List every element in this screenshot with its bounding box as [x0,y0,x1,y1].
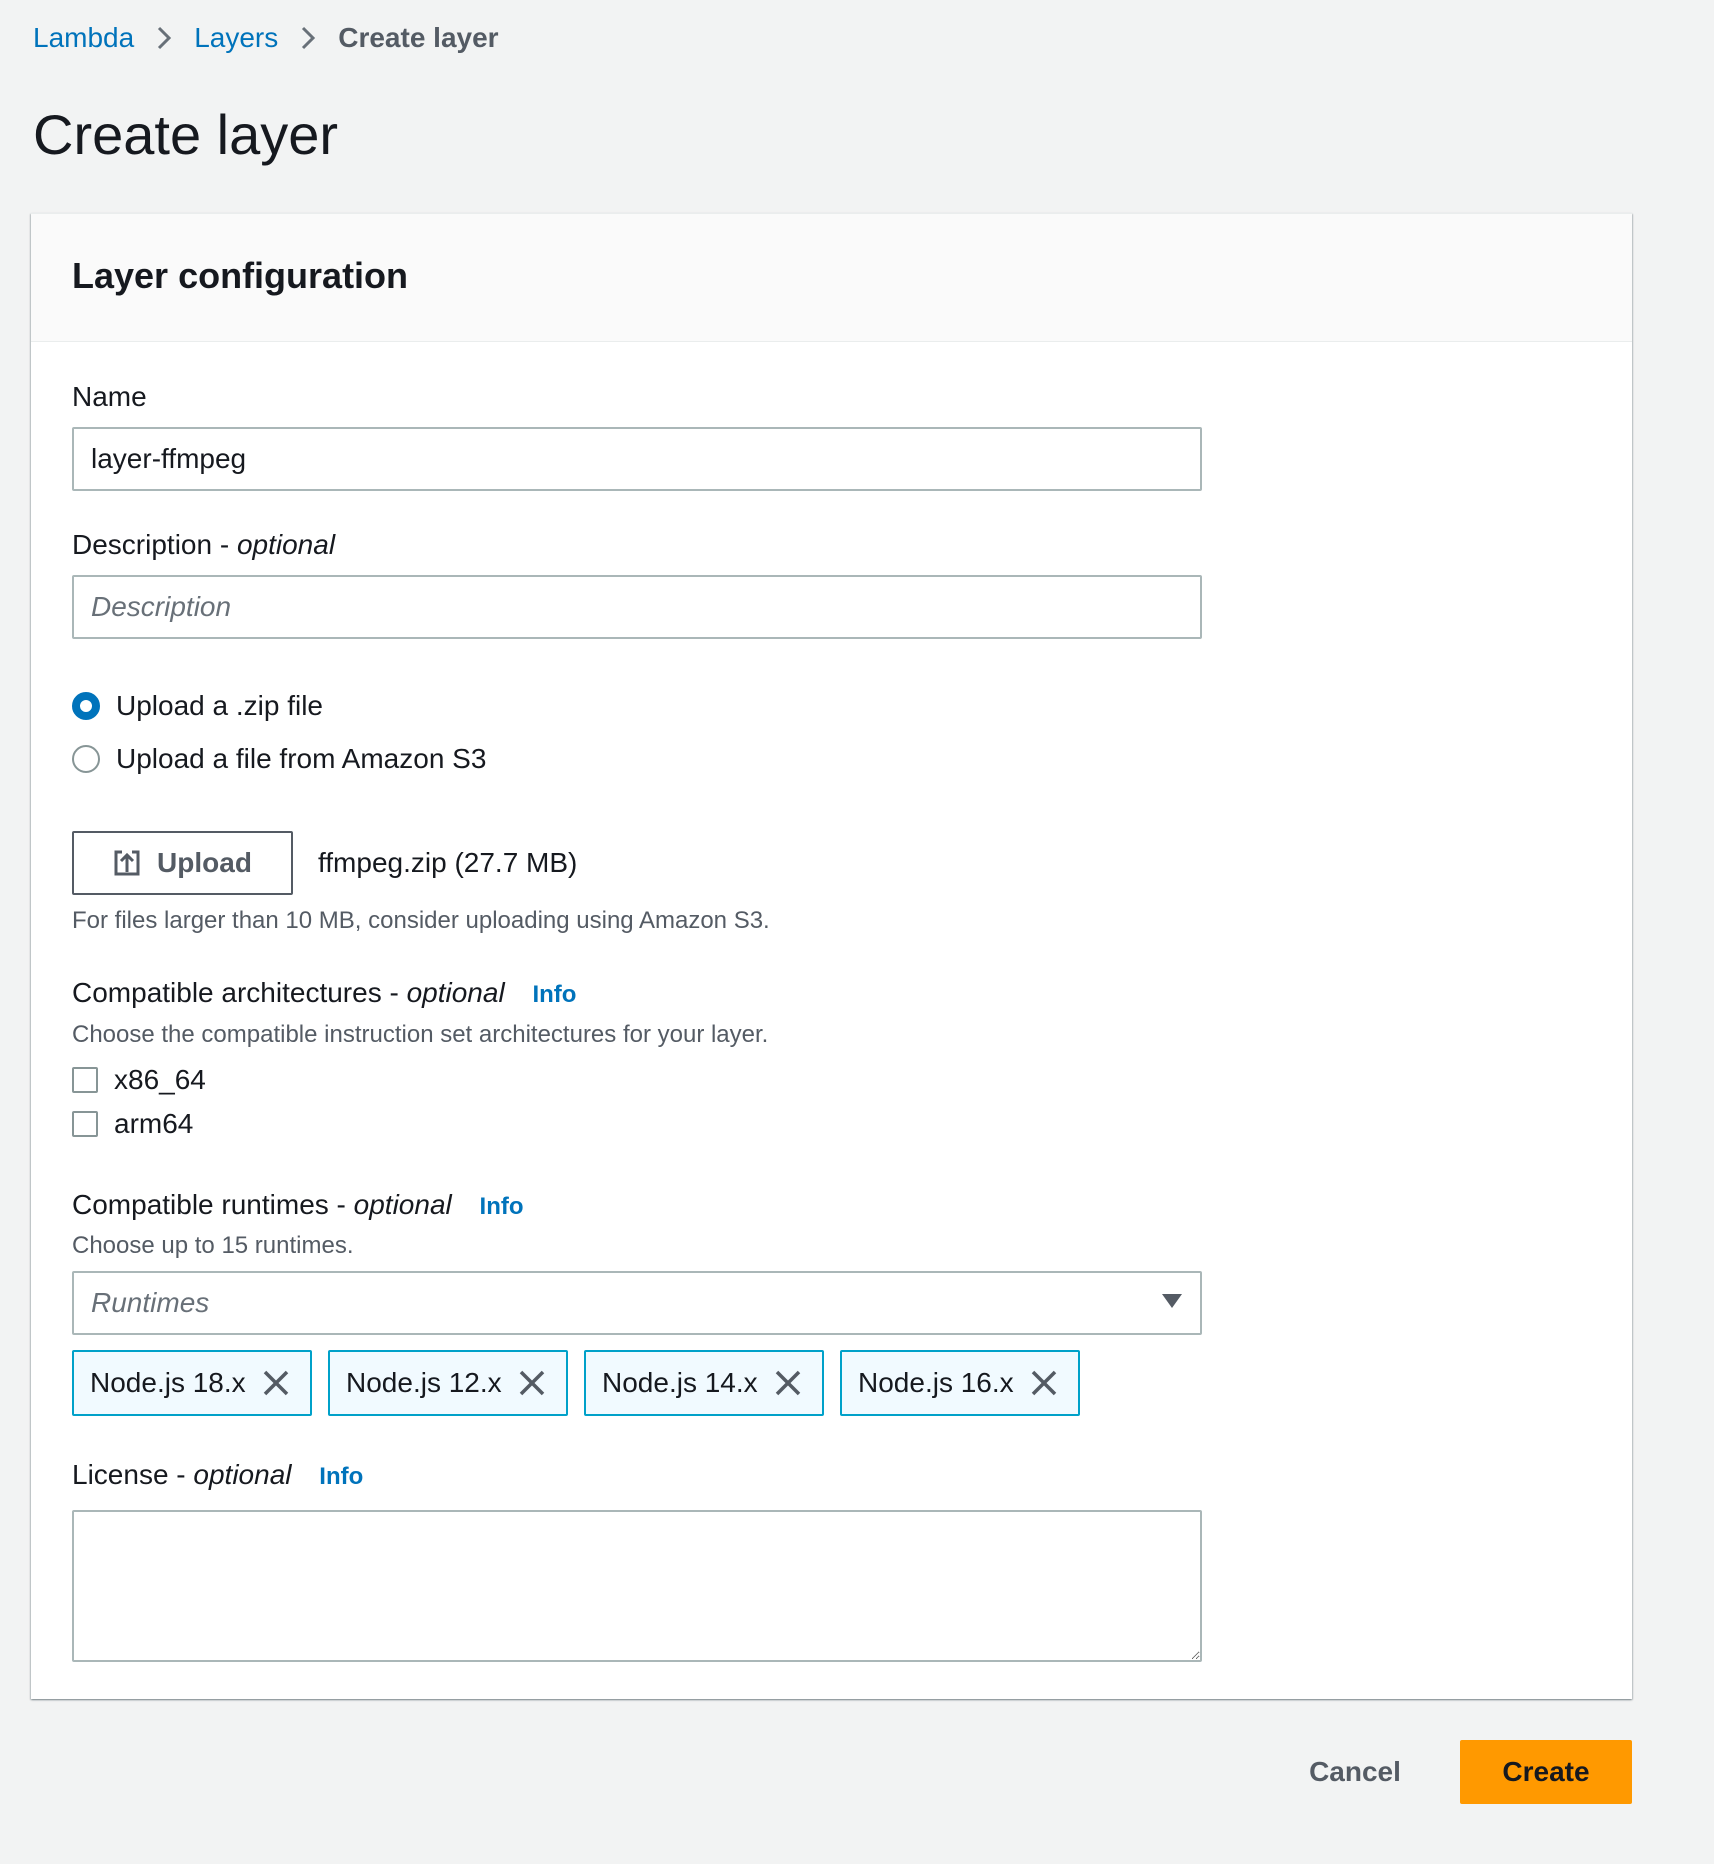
runtimes-hint: Choose up to 15 runtimes. [72,1232,354,1259]
breadcrumb: Lambda Layers Create layer [33,18,499,58]
license-info-link[interactable]: Info [319,1463,363,1490]
runtime-token-label: Node.js 16.x [858,1367,1014,1398]
name-input[interactable] [72,427,1202,491]
close-icon[interactable] [1030,1369,1058,1397]
panel-header: Layer configuration [31,214,1632,342]
close-icon[interactable] [774,1369,802,1397]
optional-tag: optional [406,977,505,1008]
optional-tag: optional [236,529,336,560]
runtime-token: Node.js 12.x [328,1350,568,1416]
checkbox-x86-64-label: x86_64 [114,1064,206,1095]
runtime-token: Node.js 14.x [584,1350,824,1416]
runtimes-info-link[interactable]: Info [480,1193,524,1220]
description-label-text: Description - [72,529,230,560]
close-icon[interactable] [262,1369,290,1397]
runtime-token-label: Node.js 18.x [90,1367,246,1398]
breadcrumb-lambda[interactable]: Lambda [33,22,134,54]
radio-selected-icon[interactable] [72,692,100,720]
checkbox-arm64[interactable]: arm64 [72,1108,193,1140]
optional-tag: optional [353,1189,452,1220]
radio-upload-s3[interactable]: Upload a file from Amazon S3 [72,743,486,775]
panel-title: Layer configuration [72,255,409,296]
layer-configuration-panel: Layer configuration Name Description - o… [31,213,1632,1699]
uploaded-file-name: ffmpeg.zip (27.7 MB) [318,847,578,878]
checkbox-box[interactable] [72,1067,98,1093]
checkbox-arm64-label: arm64 [114,1108,194,1139]
runtimes-select[interactable]: Runtimes [72,1271,1202,1335]
license-textarea[interactable] [72,1510,1202,1662]
license-label: License - optional Info [72,1457,363,1495]
radio-upload-s3-label: Upload a file from Amazon S3 [116,743,487,774]
radio-upload-zip-label: Upload a .zip file [116,690,324,721]
description-input[interactable] [72,575,1202,639]
breadcrumb-layers[interactable]: Layers [194,22,278,54]
runtime-token: Node.js 18.x [72,1350,312,1416]
selected-runtimes: Node.js 18.x Node.js 12.x Node.js 14.x N… [72,1350,1096,1416]
breadcrumb-current: Create layer [338,22,499,53]
runtimes-label-text: Compatible runtimes - [72,1189,346,1220]
cancel-button[interactable]: Cancel [1290,1740,1420,1804]
description-label: Description - optional [72,527,335,563]
upload-button[interactable]: Upload [72,831,293,895]
close-icon[interactable] [518,1369,546,1397]
runtimes-select-placeholder: Runtimes [91,1287,210,1318]
architectures-label-text: Compatible architectures - [72,977,399,1008]
license-label-text: License - [72,1459,186,1490]
architectures-label: Compatible architectures - optional Info [72,975,576,1013]
name-label: Name [72,381,147,412]
caret-down-icon [1161,1293,1183,1314]
runtimes-label: Compatible runtimes - optional Info [72,1187,524,1225]
architectures-info-link[interactable]: Info [532,981,576,1008]
upload-button-label: Upload [157,847,252,878]
upload-hint: For files larger than 10 MB, consider up… [72,907,770,934]
optional-tag: optional [193,1459,292,1490]
checkbox-x86-64[interactable]: x86_64 [72,1064,206,1096]
page-title: Create layer [33,103,339,166]
chevron-right-icon [300,25,316,51]
runtime-token-label: Node.js 12.x [346,1367,502,1398]
radio-upload-zip[interactable]: Upload a .zip file [72,690,323,722]
checkbox-box[interactable] [72,1111,98,1137]
runtime-token: Node.js 16.x [840,1350,1080,1416]
runtime-token-label: Node.js 14.x [602,1367,758,1398]
architectures-hint: Choose the compatible instruction set ar… [72,1021,769,1048]
radio-unselected-icon[interactable] [72,745,100,773]
chevron-right-icon [156,25,172,51]
create-button[interactable]: Create [1460,1740,1632,1804]
upload-icon [113,849,141,877]
